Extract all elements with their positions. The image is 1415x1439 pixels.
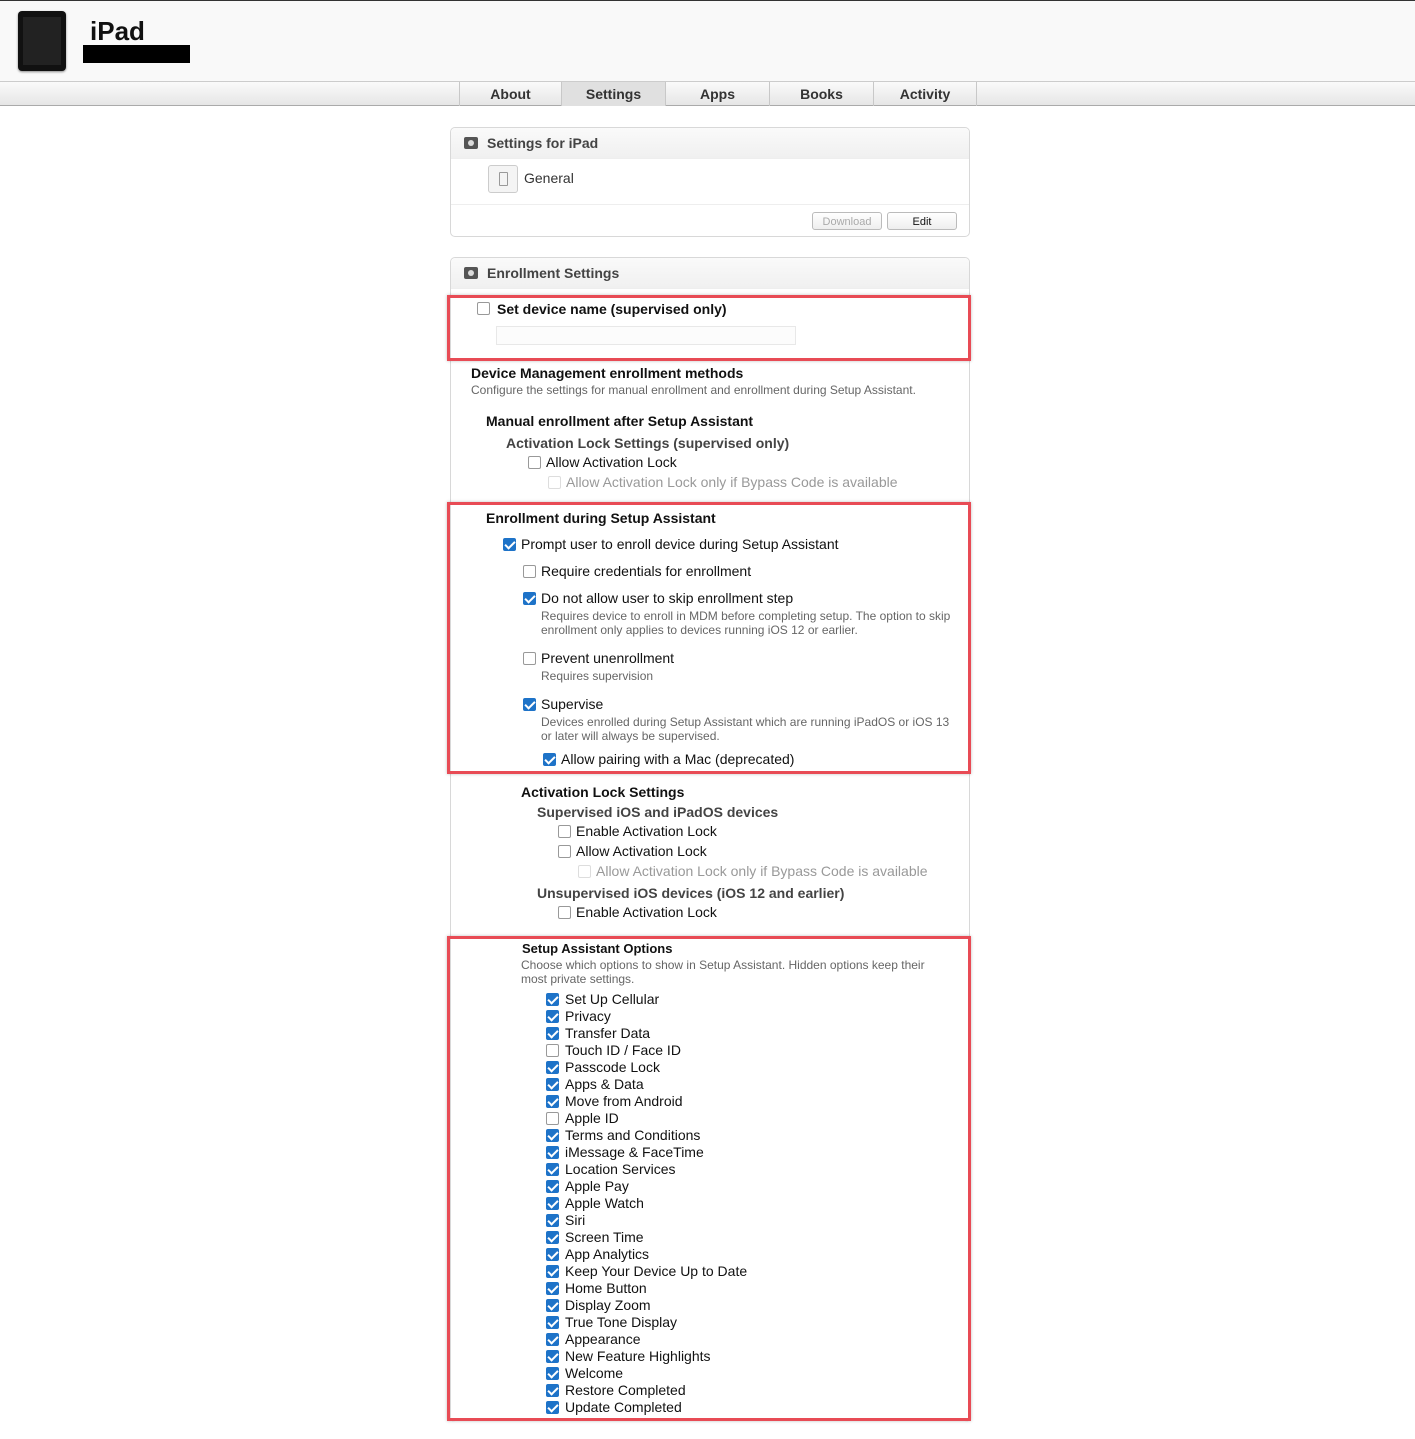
bypass-2-label: Allow Activation Lock only if Bypass Cod…: [596, 863, 928, 879]
edit-button[interactable]: Edit: [887, 212, 957, 230]
allow-bypass-checkbox[interactable]: [548, 476, 561, 489]
tab-bar: About Settings Apps Books Activity: [0, 81, 1415, 106]
settings-panel-title: Settings for iPad: [487, 135, 599, 151]
enrollment-panel-header: Enrollment Settings: [451, 258, 969, 289]
manual-enrollment-title: Manual enrollment after Setup Assistant: [486, 413, 754, 429]
supervised-devices-title: Supervised iOS and iPadOS devices: [537, 804, 779, 820]
allow-activation-lock-label: Allow Activation Lock: [546, 454, 677, 470]
tab-settings[interactable]: Settings: [561, 82, 665, 106]
tab-apps[interactable]: Apps: [665, 82, 769, 106]
enrollment-panel-title: Enrollment Settings: [487, 265, 620, 281]
enable-activation-lock-unsup-checkbox[interactable]: [558, 906, 571, 919]
activation-lock-supervised-title: Activation Lock Settings (supervised onl…: [506, 435, 790, 451]
bypass-2-checkbox[interactable]: [578, 865, 591, 878]
allow-bypass-label: Allow Activation Lock only if Bypass Cod…: [566, 474, 898, 490]
tab-activity[interactable]: Activity: [873, 82, 977, 106]
enable-activation-lock-checkbox[interactable]: [558, 825, 571, 838]
enable-activation-lock-label: Enable Activation Lock: [576, 823, 717, 839]
ipad-device-icon: [18, 11, 66, 71]
highlight-box-enrollment: [447, 502, 971, 774]
tab-books[interactable]: Books: [769, 82, 873, 106]
allow-activation-lock-2-label: Allow Activation Lock: [576, 843, 707, 859]
general-settings-icon[interactable]: [488, 165, 518, 193]
device-title: iPad: [90, 16, 145, 46]
activation-lock-title: Activation Lock Settings: [521, 784, 685, 800]
dm-methods-title: Device Management enrollment methods: [471, 365, 744, 381]
unsupervised-devices-title: Unsupervised iOS devices (iOS 12 and ear…: [537, 885, 845, 901]
dm-methods-desc: Configure the settings for manual enroll…: [471, 383, 916, 397]
download-button[interactable]: Download: [812, 212, 882, 230]
enable-activation-lock-unsup-label: Enable Activation Lock: [576, 904, 717, 920]
settings-panel: Settings for iPad General Download Edit: [450, 127, 970, 237]
device-header: [0, 0, 1415, 82]
divider: [451, 204, 969, 205]
settings-gear-icon: [464, 137, 478, 149]
allow-activation-lock-2-checkbox[interactable]: [558, 845, 571, 858]
redacted-device-name: [83, 45, 190, 63]
tab-about[interactable]: About: [459, 82, 561, 106]
enrollment-gear-icon: [464, 267, 478, 279]
highlight-box-setup-assistant: [447, 936, 971, 1421]
highlight-box-device-name: [447, 295, 971, 361]
settings-panel-header: Settings for iPad: [451, 128, 969, 159]
allow-activation-lock-checkbox[interactable]: [528, 456, 541, 469]
general-item-label[interactable]: General: [524, 170, 574, 186]
